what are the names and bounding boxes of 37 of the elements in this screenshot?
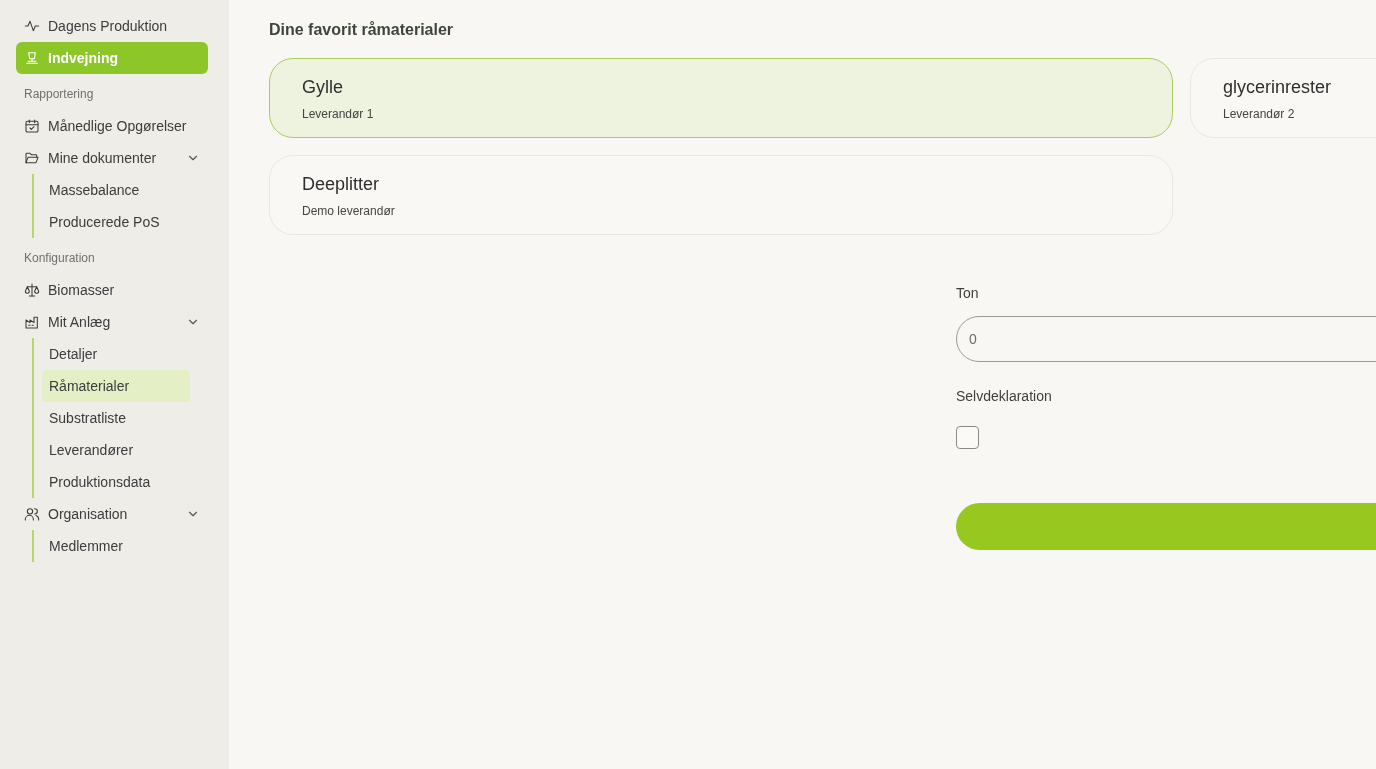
sidebar-item[interactable]: Organisation xyxy=(16,498,208,530)
favorite-card[interactable]: glycerinrester Leverandør 2 xyxy=(1190,58,1376,138)
users-icon xyxy=(24,506,40,522)
supplier-name: Demo leverandør xyxy=(302,203,395,219)
supplier-name: Leverandør 1 xyxy=(302,106,374,122)
scale-icon xyxy=(24,50,40,66)
checkbox[interactable] xyxy=(956,426,979,449)
sidebar-item[interactable]: Dagens Produktion xyxy=(16,10,208,42)
sidebar-item[interactable]: Mit Anlæg xyxy=(16,306,208,338)
field-label: Ton xyxy=(956,284,979,303)
calendar-check-icon xyxy=(24,118,40,134)
sidebar-subitem[interactable]: Substratliste xyxy=(42,402,190,434)
factory-icon xyxy=(24,314,40,330)
folder-icon xyxy=(24,150,40,166)
sidebar-item[interactable]: Månedlige Opgørelser xyxy=(16,110,208,142)
section-title: Dine favorit råmaterialer xyxy=(269,20,454,40)
supplier-name: Leverandør 2 xyxy=(1223,106,1295,122)
field-label: Selvdeklaration xyxy=(956,387,1052,406)
sidebar-subitem[interactable]: Råmaterialer xyxy=(42,370,190,402)
balance-scale-icon xyxy=(24,282,40,298)
sidebar-subitem[interactable]: Produktionsdata xyxy=(42,466,190,498)
section-heading: Konfiguration xyxy=(24,250,95,267)
favorite-card[interactable]: Gylle Leverandør 1 xyxy=(269,58,1173,138)
sidebar-subitem[interactable]: Detaljer xyxy=(42,338,190,370)
sidebar-subitem[interactable]: Massebalance xyxy=(42,174,190,206)
ton-input[interactable]: 0 xyxy=(956,316,1376,362)
material-name: Deeplitter xyxy=(302,173,380,195)
sidebar-subitem[interactable]: Producerede PoS xyxy=(42,206,190,238)
material-name: glycerinrester xyxy=(1223,76,1332,98)
section-heading: Rapportering xyxy=(24,86,94,103)
sidebar-subitem[interactable]: Medlemmer xyxy=(42,530,190,562)
sidebar-subitem[interactable]: Leverandører xyxy=(42,434,190,466)
material-name: Gylle xyxy=(302,76,343,98)
sidebar-item[interactable]: Biomasser xyxy=(16,274,208,306)
pulse-icon xyxy=(24,18,40,34)
sidebar-item[interactable]: Mine dokumenter xyxy=(16,142,208,174)
favorite-card[interactable]: Deeplitter Demo leverandør xyxy=(269,155,1173,235)
